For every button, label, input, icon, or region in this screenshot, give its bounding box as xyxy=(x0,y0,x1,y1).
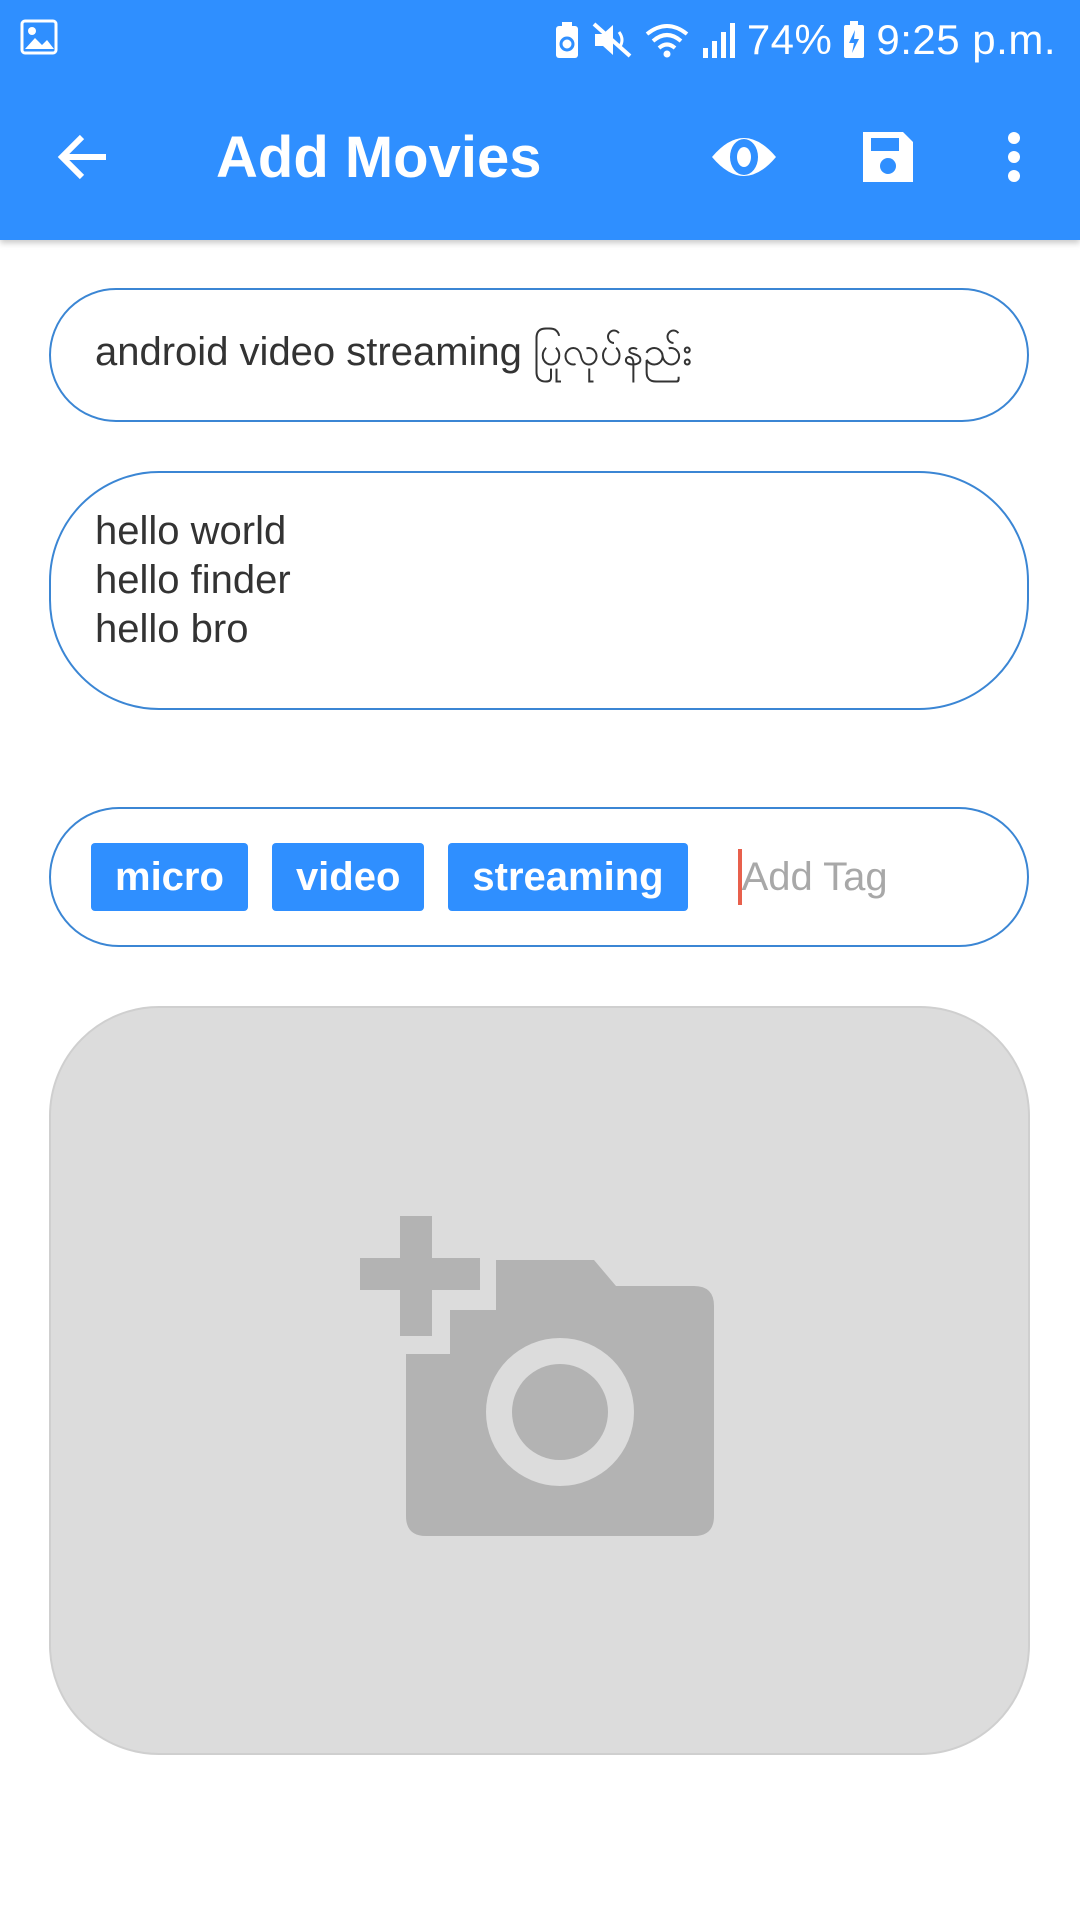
add-tag-input[interactable] xyxy=(741,847,1002,907)
arrow-left-icon xyxy=(56,133,110,186)
status-time: 9:25 p.m. xyxy=(876,16,1056,63)
mute-icon xyxy=(591,20,633,60)
top-bar: 74% 9:25 p.m. Add Movies xyxy=(0,0,1080,240)
more-options-button[interactable] xyxy=(969,114,1059,204)
page-title: Add Movies xyxy=(216,125,542,190)
gallery-notification-icon xyxy=(20,18,58,56)
wifi-icon xyxy=(643,20,691,60)
movie-title-value: android video streaming ပြုလုပ်နည်း xyxy=(95,329,693,374)
save-button[interactable] xyxy=(843,114,933,204)
description-line: hello bro xyxy=(95,607,249,651)
back-button[interactable] xyxy=(40,116,126,202)
battery-percent: 74% xyxy=(746,16,833,63)
tags-input-container[interactable]: micro video streaming xyxy=(49,807,1029,947)
add-movies-screen: 74% 9:25 p.m. Add Movies android video s… xyxy=(0,0,1080,1920)
data-saver-icon xyxy=(553,20,581,60)
status-bar: 74% 9:25 p.m. xyxy=(0,0,1080,78)
tag-chip[interactable]: video xyxy=(271,843,425,911)
more-vert-icon xyxy=(1005,130,1023,189)
signal-icon xyxy=(701,20,737,60)
eye-icon xyxy=(708,127,780,192)
battery-charging-icon xyxy=(842,20,866,60)
app-bar: Add Movies xyxy=(0,78,1080,240)
add-photo-camera-icon xyxy=(360,1216,720,1546)
preview-button[interactable] xyxy=(699,114,789,204)
tag-chip[interactable]: micro xyxy=(91,843,248,911)
movie-title-input[interactable]: android video streaming ပြုလုပ်နည်း xyxy=(49,288,1029,422)
description-line: hello world xyxy=(95,509,287,553)
save-icon xyxy=(859,128,917,191)
tag-chip[interactable]: streaming xyxy=(448,843,688,911)
movie-description-input[interactable]: hello world hello finder hello bro xyxy=(49,471,1029,710)
add-tag-input-wrapper xyxy=(737,843,1002,911)
image-picker[interactable] xyxy=(49,1006,1030,1755)
status-indicators: 74% 9:25 p.m. xyxy=(553,12,1056,68)
description-line: hello finder xyxy=(95,558,291,602)
